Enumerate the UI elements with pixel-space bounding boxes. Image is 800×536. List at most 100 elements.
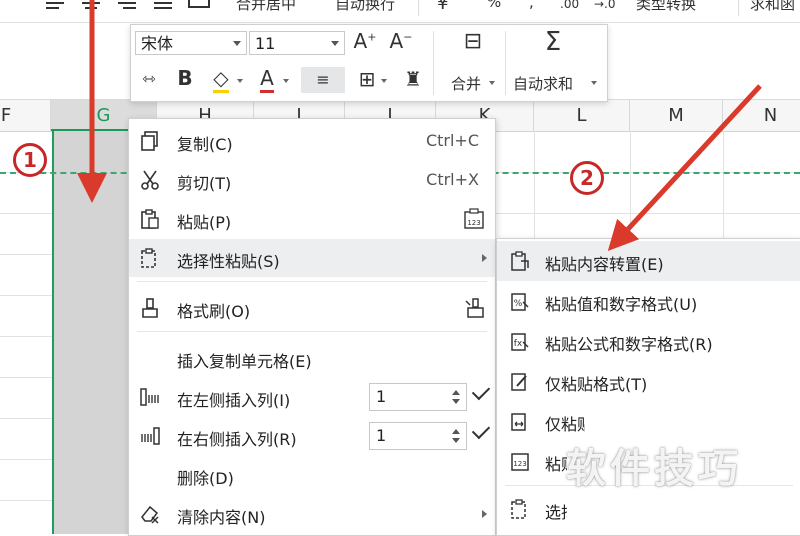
decrease-decimal-icon[interactable]: →.0 <box>594 0 616 11</box>
submenu-item-label: 选择性粘贴 <box>545 503 567 522</box>
svg-text:%: % <box>514 299 523 309</box>
align-center-icon[interactable] <box>82 0 100 9</box>
spin-value: 1 <box>376 387 387 406</box>
column-header-m[interactable]: M <box>630 100 723 131</box>
menu-item-label: 剪切(T) <box>177 174 232 193</box>
increase-decimal-icon[interactable]: .00 <box>560 0 579 11</box>
justify-icon[interactable] <box>154 0 172 9</box>
align-left-icon[interactable] <box>46 0 64 9</box>
comma-icon[interactable]: , <box>529 0 534 11</box>
column-header-l[interactable]: L <box>534 100 630 131</box>
insert-column-right-icon <box>141 427 160 445</box>
insert-left-count-input[interactable]: 1 <box>369 383 467 411</box>
type-convert-button[interactable]: 类型转换 <box>636 0 696 14</box>
menu-item-label: 删除(D) <box>177 469 234 488</box>
menu-item-label: 格式刷(O) <box>177 302 251 321</box>
submenu-item-values-number-format[interactable]: % 粘贴值和数字格式(U) <box>497 281 800 321</box>
paste-values-icon[interactable]: 123 <box>463 208 485 230</box>
shortcut-label: Ctrl+X <box>426 170 479 189</box>
wrap-text-button[interactable]: 自动换行 <box>335 0 395 14</box>
sum-function-button[interactable]: 求和函 <box>750 0 795 14</box>
border-icon[interactable]: ⊞ <box>355 67 379 91</box>
font-name-select[interactable]: 宋体 <box>135 31 247 55</box>
column-header-f[interactable]: F <box>0 100 51 131</box>
menu-separator <box>137 331 487 332</box>
autosum-button[interactable]: 自动求和 <box>513 73 573 94</box>
column-header-n[interactable]: N <box>723 100 800 131</box>
spin-up-icon[interactable] <box>452 429 460 434</box>
menu-item-insert-copied-cells[interactable]: 插入复制单元格(E) <box>129 339 495 377</box>
submenu-item-formula-number-format[interactable]: fx 粘贴公式和数字格式(R) <box>497 321 800 361</box>
paste-special-icon <box>511 499 526 519</box>
selected-column-g[interactable] <box>52 131 130 534</box>
chevron-down-icon[interactable] <box>237 79 243 83</box>
menu-item-insert-right[interactable]: 在右侧插入列(R) 1 <box>129 417 495 455</box>
scissors-icon <box>141 170 159 190</box>
eraser-icon <box>141 505 159 524</box>
transpose-icon <box>511 251 529 271</box>
ribbon-toolbar: 合并居中 自动换行 ¥ % , .00 →.0 类型转换 求和函 <box>0 0 800 23</box>
copy-icon <box>141 131 158 151</box>
chevron-down-icon[interactable] <box>283 79 289 83</box>
spin-up-icon[interactable] <box>452 390 460 395</box>
ribbon-divider <box>738 0 739 16</box>
menu-item-format-painter[interactable]: 格式刷(O) <box>129 289 495 327</box>
chevron-down-icon[interactable] <box>591 81 597 85</box>
menu-item-label: 在右侧插入列(R) <box>177 430 297 449</box>
submenu-item-transpose[interactable]: 粘贴内容转置(E) <box>497 241 800 281</box>
bold-icon[interactable]: B <box>173 66 197 90</box>
chevron-down-icon[interactable] <box>489 81 495 85</box>
font-size-select[interactable]: 11 <box>249 31 345 55</box>
menu-item-label: 复制(C) <box>177 135 233 154</box>
fill-color-icon[interactable]: ◇ <box>209 66 233 93</box>
font-color-icon[interactable]: A <box>255 66 279 93</box>
brush-icon <box>142 298 158 318</box>
paste-values-format-icon: % <box>511 293 529 311</box>
submenu-item-format-only[interactable]: 仅粘贴格式(T) <box>497 361 800 401</box>
font-size-value: 11 <box>255 34 276 53</box>
auto-fit-icon[interactable]: ⇿ <box>137 69 161 88</box>
context-menu: 复制(C) Ctrl+C 剪切(T) Ctrl+X 粘贴(P) 123 选择性粘… <box>128 118 496 536</box>
spin-down-icon[interactable] <box>452 399 460 404</box>
insert-column-left-icon <box>140 388 159 406</box>
format-painter-icon[interactable]: ♜ <box>401 67 425 91</box>
confirm-check-icon[interactable] <box>471 420 491 440</box>
menu-item-delete[interactable]: 删除(D) <box>129 456 495 494</box>
paste-as-values-icon: 123 <box>511 453 529 471</box>
spin-value: 1 <box>376 426 387 445</box>
svg-text:fx: fx <box>514 339 523 349</box>
menu-item-paste[interactable]: 粘贴(P) 123 <box>129 200 495 238</box>
submenu-item-label: 粘贴为数值(V) <box>545 455 567 474</box>
merge-icon[interactable]: ⊟ <box>455 29 491 54</box>
menu-item-insert-left[interactable]: 在左侧插入列(I) 1 <box>129 378 495 416</box>
currency-icon[interactable]: ¥ <box>437 0 448 14</box>
paste-column-width-icon <box>511 413 526 431</box>
svg-text:123: 123 <box>513 460 526 468</box>
align-right-icon[interactable] <box>118 0 136 9</box>
toolbar-divider <box>433 31 434 95</box>
shortcut-label: Ctrl+C <box>425 131 479 150</box>
percent-icon[interactable]: % <box>487 0 501 11</box>
confirm-check-icon[interactable] <box>471 381 491 401</box>
insert-right-count-input[interactable]: 1 <box>369 422 467 450</box>
merge-center-button[interactable]: 合并居中 <box>236 0 296 14</box>
menu-item-paste-special[interactable]: 选择性粘贴(S) <box>129 239 495 277</box>
paste-formula-icon: fx <box>511 333 529 351</box>
font-name-value: 宋体 <box>141 34 174 53</box>
chevron-down-icon <box>233 41 241 46</box>
menu-item-label: 选择性粘贴(S) <box>177 252 280 271</box>
menu-item-clear[interactable]: 清除内容(N) <box>129 495 495 533</box>
autosum-icon[interactable]: Σ <box>535 27 571 57</box>
align-center-icon[interactable]: ≡ <box>301 67 345 93</box>
submenu-item-column-width[interactable]: 仅粘贴列宽(W) <box>497 401 800 441</box>
chevron-down-icon[interactable] <box>381 79 387 83</box>
menu-item-cut[interactable]: 剪切(T) Ctrl+X <box>129 161 495 199</box>
paste-format-icon <box>511 373 527 391</box>
format-painter-brush-icon[interactable] <box>463 297 487 319</box>
increase-font-icon[interactable]: A+ <box>351 29 379 53</box>
decrease-font-icon[interactable]: A− <box>387 29 415 53</box>
merge-button[interactable]: 合并 <box>451 73 481 94</box>
menu-item-copy[interactable]: 复制(C) Ctrl+C <box>129 122 495 160</box>
spin-down-icon[interactable] <box>452 438 460 443</box>
merge-cells-icon[interactable] <box>188 0 210 8</box>
